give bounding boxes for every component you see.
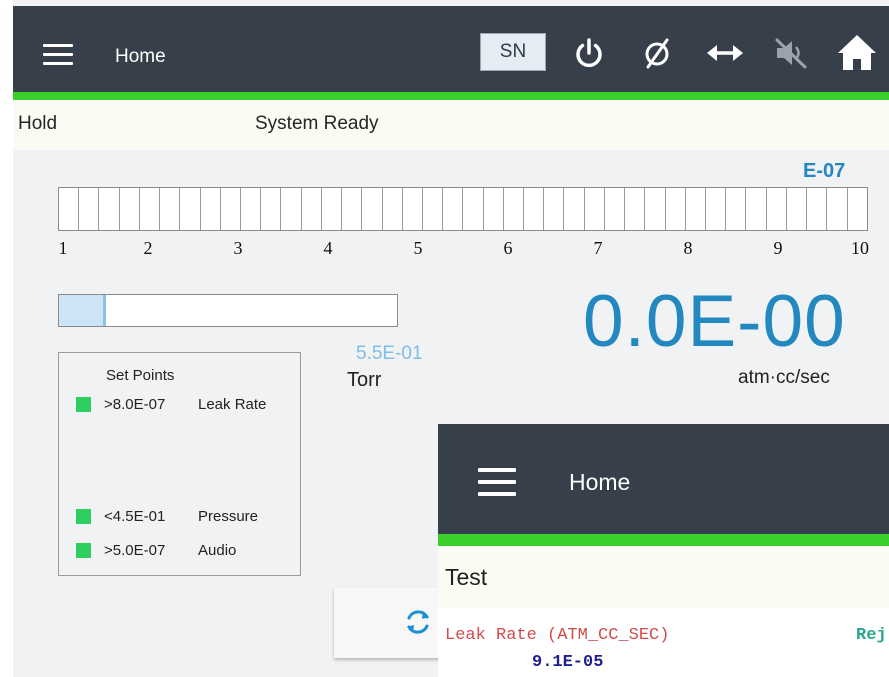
bargraph-segment bbox=[180, 188, 201, 230]
leak-rate-unit: atm·cc/sec bbox=[738, 367, 830, 388]
refresh-button[interactable] bbox=[334, 588, 454, 658]
bargraph-segment bbox=[261, 188, 282, 230]
left-right-arrow-icon[interactable] bbox=[703, 36, 747, 70]
overlay-reject-label: Rej bbox=[856, 626, 887, 645]
top-bar: Home SN bbox=[13, 6, 889, 92]
scale-tick-label: 3 bbox=[233, 238, 243, 258]
scale-tick-label: 4 bbox=[323, 238, 333, 258]
status-accent-line bbox=[13, 92, 889, 100]
bargraph-segment bbox=[787, 188, 808, 230]
overlay-window: Home Test Leak Rate (ATM_CC_SEC) Rej 9.1… bbox=[438, 424, 889, 677]
page-title: Home bbox=[115, 46, 166, 67]
bargraph-segment bbox=[848, 188, 867, 230]
bargraph-segment bbox=[302, 188, 322, 230]
scale-tick-label: 1 bbox=[58, 238, 68, 258]
bargraph-segment bbox=[281, 188, 302, 230]
overlay-leak-rate-value: 9.1E-05 bbox=[532, 653, 604, 672]
set-point-name: Pressure bbox=[198, 508, 259, 525]
bargraph-segment bbox=[746, 188, 767, 230]
bargraph-segment bbox=[605, 188, 626, 230]
bargraph-segment bbox=[484, 188, 504, 230]
scale-tick-label: 7 bbox=[593, 238, 603, 258]
set-point-name: Audio bbox=[198, 542, 237, 559]
bargraph-segment bbox=[322, 188, 343, 230]
leak-rate-value: 0.0E-00 bbox=[583, 281, 846, 362]
scale-tick-label: 8 bbox=[683, 238, 693, 258]
empty-set-icon[interactable] bbox=[638, 34, 676, 72]
bargraph-segment bbox=[99, 188, 120, 230]
overlay-title: Home bbox=[569, 469, 631, 495]
set-point-value: >8.0E-07 bbox=[104, 396, 166, 413]
bargraph-segment bbox=[342, 188, 363, 230]
bargraph-segment bbox=[666, 188, 686, 230]
speaker-muted-icon[interactable] bbox=[771, 34, 811, 72]
menu-icon[interactable] bbox=[478, 468, 516, 496]
bargraph-segment bbox=[201, 188, 221, 230]
state-label: Hold bbox=[18, 113, 58, 134]
bargraph-segment bbox=[544, 188, 565, 230]
status-message: System Ready bbox=[255, 113, 379, 134]
home-icon[interactable] bbox=[835, 31, 879, 73]
overlay-test-label: Test bbox=[445, 564, 488, 590]
bargraph-segment bbox=[79, 188, 100, 230]
bargraph-segment bbox=[463, 188, 484, 230]
bargraph-segment bbox=[767, 188, 787, 230]
scale-tick-label: 2 bbox=[143, 238, 153, 258]
set-points-panel: Set Points >8.0E-07 Leak Rate <4.5E-01 P… bbox=[58, 352, 301, 576]
pressure-bar-fill bbox=[59, 295, 107, 326]
pressure-bar bbox=[58, 294, 398, 327]
bargraph-segment bbox=[524, 188, 545, 230]
bargraph-segment bbox=[625, 188, 646, 230]
bargraph-segment bbox=[807, 188, 828, 230]
bargraph-segment bbox=[140, 188, 161, 230]
set-point-indicator bbox=[76, 543, 91, 558]
set-point-name: Leak Rate bbox=[198, 396, 267, 413]
scale-tick-label: 10 bbox=[851, 238, 869, 258]
bargraph-segment bbox=[827, 188, 848, 230]
bargraph-segment bbox=[645, 188, 666, 230]
overlay-top-bar: Home bbox=[438, 424, 889, 534]
bargraph-segment bbox=[59, 188, 80, 230]
overlay-accent-line bbox=[438, 534, 889, 546]
bargraph-segment bbox=[241, 188, 262, 230]
bargraph-segment bbox=[706, 188, 727, 230]
scale-tick-label: 5 bbox=[413, 238, 423, 258]
bargraph-segment bbox=[221, 188, 241, 230]
bargraph-segment bbox=[564, 188, 585, 230]
pressure-unit: Torr bbox=[347, 369, 382, 391]
bargraph-segment bbox=[504, 188, 525, 230]
scale-tick-label: 9 bbox=[773, 238, 783, 258]
bargraph-segment bbox=[585, 188, 605, 230]
bargraph-segment bbox=[443, 188, 464, 230]
overlay-leak-rate-label: Leak Rate (ATM_CC_SEC) bbox=[445, 626, 670, 645]
scale-exponent: E-07 bbox=[803, 160, 846, 182]
set-point-indicator bbox=[76, 509, 91, 524]
bargraph-segment bbox=[383, 188, 403, 230]
scale-tick-label: 6 bbox=[503, 238, 513, 258]
bargraph-segment bbox=[120, 188, 140, 230]
bargraph-segment bbox=[423, 188, 444, 230]
status-bar: Hold System Ready bbox=[13, 100, 889, 150]
leak-rate-bargraph bbox=[58, 187, 868, 231]
set-points-title: Set Points bbox=[106, 367, 175, 384]
set-point-indicator bbox=[76, 397, 91, 412]
sn-button[interactable]: SN bbox=[480, 33, 546, 71]
menu-icon[interactable] bbox=[43, 44, 73, 66]
refresh-icon bbox=[407, 610, 429, 634]
bargraph-segment bbox=[686, 188, 706, 230]
set-point-value: >5.0E-07 bbox=[104, 542, 166, 559]
bargraph-segment bbox=[403, 188, 423, 230]
set-point-value: <4.5E-01 bbox=[104, 508, 166, 525]
bargraph-segment bbox=[726, 188, 747, 230]
power-icon[interactable] bbox=[570, 34, 608, 72]
bargraph-segment bbox=[362, 188, 383, 230]
pressure-value: 5.5E-01 bbox=[356, 343, 423, 364]
overlay-status-bar bbox=[438, 546, 889, 608]
bargraph-segment bbox=[160, 188, 181, 230]
